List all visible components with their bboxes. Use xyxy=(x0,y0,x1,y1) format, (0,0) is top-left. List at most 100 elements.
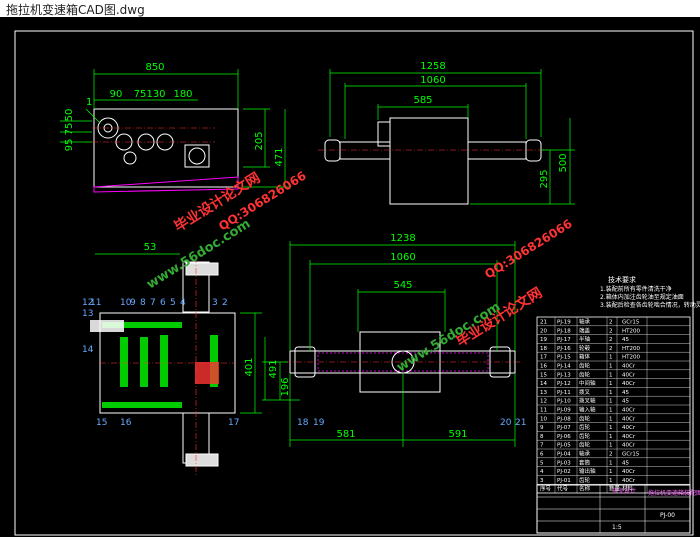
dim-front-left: 581 xyxy=(336,429,355,440)
balloon-21: 21 xyxy=(515,418,526,428)
tech-title: 技术要求 xyxy=(608,275,636,284)
balloon-17: 17 xyxy=(228,418,239,428)
cad-canvas[interactable]: 850 90 75 130 180 205 471 95 75 50 1 125… xyxy=(0,17,700,537)
bom-cell-no: 4 xyxy=(540,469,544,475)
bom-cell-qty: 2 xyxy=(609,452,613,458)
dim-top-d: 180 xyxy=(173,89,192,100)
bom-cell-qty: 1 xyxy=(609,390,613,396)
balloon-4: 4 xyxy=(180,298,186,308)
bom-cell-name: 半轴 xyxy=(579,335,591,343)
watermark-qq-2: QQ:306826066 xyxy=(482,216,575,281)
dim-top-b: 75 xyxy=(134,89,147,100)
bom-cell-mat: 40Cr xyxy=(622,408,636,414)
bom-cell-name: 端盖 xyxy=(579,326,591,334)
balloon-7: 7 xyxy=(150,298,156,308)
top-view-base xyxy=(93,176,239,193)
bom-cell-mat: 40Cr xyxy=(622,469,636,475)
bom-cell-code: PJ-19 xyxy=(557,320,571,326)
top-view-bore-5 xyxy=(123,151,137,165)
bom-header-name: 名称 xyxy=(579,485,591,493)
bom-cell-qty: 1 xyxy=(609,408,613,414)
dim-side-inner: 585 xyxy=(413,95,432,106)
bom-cell-no: 21 xyxy=(540,320,547,326)
bom-cell-no: 20 xyxy=(540,328,547,334)
bom-cell-qty: 1 xyxy=(609,416,613,422)
bill-of-materials: 技术要求 1.装配前所有零件清洗干净 2.箱体内加注齿轮油至规定油面 3.装配后… xyxy=(536,275,700,534)
bom-cell-name: 轴承 xyxy=(579,318,591,326)
bom-cell-code: PJ-15 xyxy=(557,355,571,361)
bom-cell-code: PJ-08 xyxy=(557,416,571,422)
bom-cell-qty: 1 xyxy=(609,469,613,475)
bom-cell-name: 输出轴 xyxy=(579,467,596,475)
bom-cell-code: PJ-11 xyxy=(557,390,571,396)
dim-front-mid: 1060 xyxy=(390,252,415,263)
side-view-left-axle xyxy=(339,141,391,160)
window-title-bar: 拖拉机变速箱CAD图.dwg xyxy=(0,0,700,17)
bom-cell-no: 17 xyxy=(540,355,547,361)
dim-section-left: 53 xyxy=(144,242,157,253)
bom-cell-qty: 1 xyxy=(609,425,613,431)
bom-cell-no: 13 xyxy=(540,390,547,396)
bom-cell-no: 14 xyxy=(540,381,547,387)
bom-cell-no: 3 xyxy=(540,478,544,484)
bom-cell-no: 18 xyxy=(540,346,547,352)
balloon-11: 11 xyxy=(90,298,101,308)
bom-cell-qty: 2 xyxy=(609,328,613,334)
balloon-18: 18 xyxy=(297,418,309,428)
balloon-1: 1 xyxy=(86,97,92,108)
bom-cell-qty: 1 xyxy=(609,434,613,440)
bom-cell-mat: 40Cr xyxy=(622,434,636,440)
dim-top-h2: 471 xyxy=(274,147,285,166)
bom-cell-qty: 1 xyxy=(609,381,613,387)
bom-cell-qty: 1 xyxy=(609,460,613,466)
bom-cell-name: 齿轮 xyxy=(579,423,591,431)
watermark-url-1: www.56doc.com xyxy=(144,216,253,292)
bom-cell-no: 16 xyxy=(540,364,547,370)
bom-cell-code: PJ-09 xyxy=(557,408,571,414)
balloon-9: 9 xyxy=(130,298,136,308)
balloon-14: 14 xyxy=(82,345,94,355)
bom-cell-code: PJ-02 xyxy=(557,469,571,475)
bom-cell-no: 19 xyxy=(540,337,547,343)
bom-cell-name: 轮毂 xyxy=(579,344,591,352)
bom-cell-mat: 40Cr xyxy=(622,443,636,449)
dim-side-mid: 1060 xyxy=(420,75,445,86)
bom-cell-mat: HT200 xyxy=(622,328,640,334)
bom-cell-no: 11 xyxy=(540,408,547,414)
bom-cell-qty: 2 xyxy=(609,346,613,352)
bom-cell-mat: 40Cr xyxy=(622,381,636,387)
drawing-svg: 850 90 75 130 180 205 471 95 75 50 1 125… xyxy=(14,30,700,536)
balloon-8: 8 xyxy=(140,298,146,308)
bom-cell-code: PJ-17 xyxy=(557,337,571,343)
bom-cell-name: 齿轮 xyxy=(579,476,591,484)
dim-front-h3: 196 xyxy=(280,377,291,396)
bom-cell-code: PJ-03 xyxy=(557,460,571,466)
bom-cell-qty: 2 xyxy=(609,337,613,343)
title-code: PJ-00 xyxy=(660,512,675,519)
bom-cell-mat: 45 xyxy=(622,460,629,466)
bom-header-code: 代号 xyxy=(557,485,569,493)
top-view-housing xyxy=(93,108,239,188)
tech-line-3: 3.装配后检查各齿轮啮合情况，转动灵活 xyxy=(600,301,700,309)
bom-cell-name: 拨叉轴 xyxy=(579,397,596,405)
bom-cell-mat: 40Cr xyxy=(622,478,636,484)
bom-cell-mat: 40Cr xyxy=(622,425,636,431)
bom-cell-mat: HT200 xyxy=(622,346,640,352)
dim-side-h1: 500 xyxy=(558,153,569,172)
dim-side-total: 1258 xyxy=(420,61,445,72)
tech-line-1: 1.装配前所有零件清洗干净 xyxy=(600,285,672,293)
bom-cell-name: 拨叉 xyxy=(579,388,591,396)
bom-cell-code: PJ-05 xyxy=(557,443,571,449)
dim-top-v3: 50 xyxy=(64,109,75,122)
bom-table: 21 PJ-19 轴承 2 GCr1520 PJ-18 端盖 2 HT20019 PJ-17 半轴 2… xyxy=(536,316,691,494)
bom-cell-name: 套筒 xyxy=(579,458,591,466)
side-view: 1258 1060 585 500 295 xyxy=(318,61,575,205)
bom-cell-no: 15 xyxy=(540,372,547,378)
bom-cell-code: PJ-06 xyxy=(557,434,571,440)
dim-top-total: 850 xyxy=(145,62,164,73)
bom-cell-mat: GCr15 xyxy=(622,452,640,458)
bom-cell-mat: 45 xyxy=(622,399,629,405)
side-view-right-axle xyxy=(467,141,527,160)
bom-cell-no: 10 xyxy=(540,416,547,422)
bom-cell-code: PJ-01 xyxy=(557,478,571,484)
